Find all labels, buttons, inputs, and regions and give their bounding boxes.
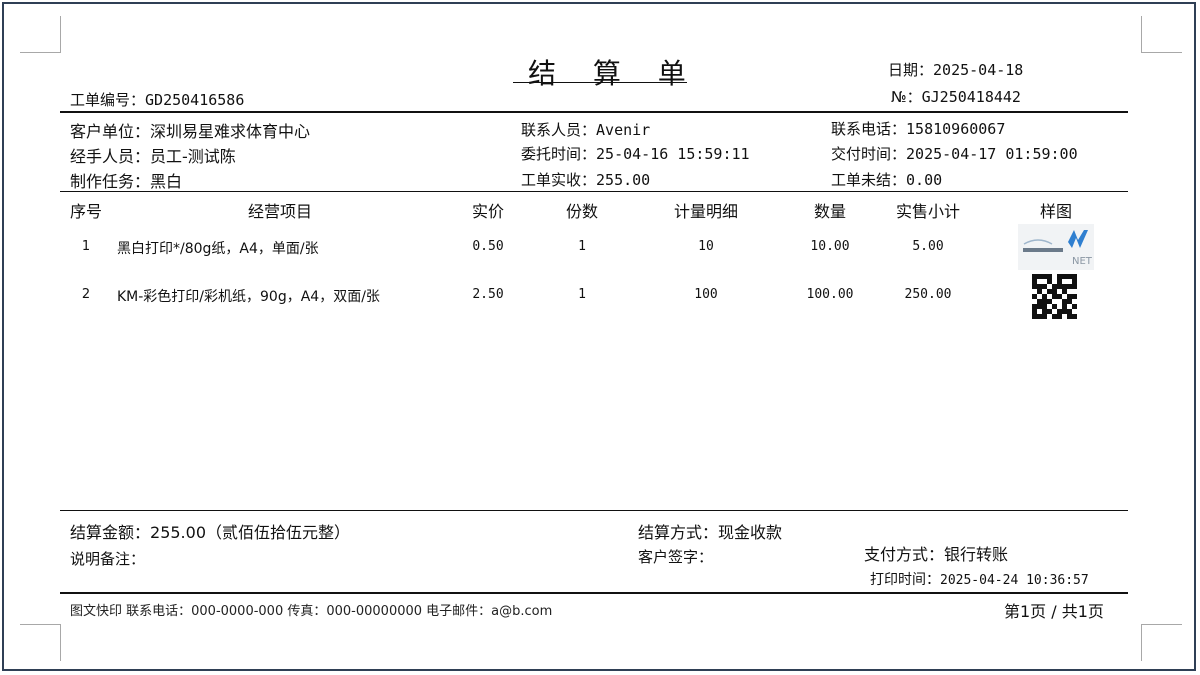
payment-method-value: 银行转账 — [944, 545, 1009, 564]
customer-label: 客户单位： — [70, 122, 151, 141]
row-subtotal: 250.00 — [904, 287, 952, 302]
col-header-subtotal: 实售小计 — [895, 202, 960, 221]
col-header-no: 序号 — [69, 202, 102, 221]
handler-field: 经手人员：员工-测试陈 — [70, 143, 236, 167]
row-item: KM-彩色打印/彩机纸，90g，A4，双面/张 — [117, 289, 380, 305]
col-header-price: 实价 — [471, 202, 504, 221]
contact-field: 联系人员：Avenir — [521, 119, 650, 140]
logo-thumbnail-icon: NET — [1023, 230, 1093, 267]
serial-value: GJ250418442 — [921, 88, 1021, 106]
date-label: 日期： — [888, 61, 934, 79]
row-item: 黑白打印*/80g纸，A4，单面/张 — [117, 241, 319, 257]
row-qty: 10.00 — [810, 239, 850, 254]
task-field: 制作任务：黑白 — [70, 168, 182, 192]
handler-label: 经手人员： — [70, 147, 151, 166]
qr-code-icon[interactable] — [1032, 274, 1077, 319]
delivery-time-field: 交付时间：2025-04-17 01:59:00 — [831, 143, 1078, 164]
title-underline — [513, 82, 687, 83]
table-bottom-divider — [60, 510, 1128, 511]
customer-value: 深圳易星难求体育中心 — [150, 122, 311, 141]
row-subtotal: 5.00 — [912, 239, 944, 254]
row-price: 2.50 — [472, 287, 504, 302]
order-unsettled-value: 0.00 — [906, 171, 943, 189]
row-detail: 10 — [698, 239, 714, 254]
phone-field: 联系电话：15810960067 — [831, 118, 1005, 139]
row-detail: 100 — [694, 287, 718, 302]
serial-label: №： — [891, 88, 922, 106]
document-title: 结 算 单 — [528, 57, 700, 90]
header-divider — [60, 111, 1128, 113]
remark-field: 说明备注： — [70, 548, 145, 569]
row-no: 1 — [81, 239, 91, 254]
settle-amount-value: 255.00（贰佰伍拾伍元整） — [150, 523, 351, 542]
settle-method-field: 结算方式：现金收款 — [638, 519, 782, 543]
print-time-value: 2025-04-24 10:36:57 — [940, 573, 1089, 588]
info-divider — [60, 191, 1128, 192]
order-number-label: 工单编号： — [70, 91, 146, 109]
col-header-qty: 数量 — [813, 202, 846, 221]
settle-amount-label: 结算金额： — [70, 523, 151, 542]
document-date: 日期：2025-04-18 — [888, 59, 1023, 80]
order-unsettled-field: 工单未结：0.00 — [831, 169, 942, 190]
commission-time-field: 委托时间：25-04-16 15:59:11 — [521, 143, 750, 164]
print-time-field: 打印时间：2025-04-24 10:36:57 — [870, 569, 1089, 589]
crop-mark-top-right — [1141, 16, 1182, 53]
order-unsettled-label: 工单未结： — [831, 171, 907, 189]
contact-label: 联系人员： — [521, 121, 597, 139]
col-header-sample: 样图 — [1039, 202, 1072, 221]
task-value: 黑白 — [150, 172, 183, 191]
print-time-label: 打印时间： — [870, 572, 940, 588]
col-header-copies: 份数 — [565, 202, 598, 221]
crop-mark-bottom-left — [20, 624, 61, 661]
row-no: 2 — [81, 287, 91, 302]
commission-time-value: 25-04-16 15:59:11 — [596, 145, 750, 163]
logo-text: NET — [1072, 256, 1093, 267]
customer-signature-field: 客户签字： — [638, 546, 713, 567]
remark-label: 说明备注： — [70, 550, 146, 568]
qr-module — [1072, 314, 1077, 319]
customer-field: 客户单位：深圳易星难求体育中心 — [70, 118, 310, 142]
col-header-detail: 计量明细 — [673, 202, 738, 221]
contact-value: Avenir — [596, 121, 651, 139]
row-copies: 1 — [578, 239, 586, 254]
handler-value: 员工-测试陈 — [150, 147, 236, 166]
task-label: 制作任务： — [70, 172, 151, 191]
payment-method-label: 支付方式： — [864, 545, 945, 564]
serial-number: №：GJ250418442 — [891, 86, 1021, 107]
order-paid-value: 255.00 — [596, 171, 651, 189]
row-price: 0.50 — [472, 239, 504, 254]
payment-method-field: 支付方式：银行转账 — [864, 541, 1008, 565]
order-paid-field: 工单实收：255.00 — [521, 169, 650, 190]
signature-label: 客户签字： — [638, 548, 714, 566]
delivery-time-value: 2025-04-17 01:59:00 — [906, 145, 1078, 163]
date-value: 2025-04-18 — [933, 61, 1024, 79]
delivery-time-label: 交付时间： — [831, 145, 907, 163]
phone-label: 联系电话： — [831, 120, 907, 138]
page-indicator: 第1页 / 共1页 — [1004, 602, 1104, 621]
commission-time-label: 委托时间： — [521, 145, 597, 163]
crop-mark-top-left — [20, 16, 61, 53]
phone-value: 15810960067 — [906, 120, 1006, 138]
col-header-item: 经营项目 — [247, 202, 312, 221]
order-paid-label: 工单实收： — [521, 171, 597, 189]
settle-amount-field: 结算金额：255.00（贰佰伍拾伍元整） — [70, 519, 350, 543]
row-copies: 1 — [578, 287, 586, 302]
settle-method-value: 现金收款 — [718, 523, 783, 542]
crop-mark-bottom-right — [1141, 624, 1182, 661]
sample-image-logo[interactable]: NET — [1018, 224, 1094, 270]
settle-method-label: 结算方式： — [638, 523, 719, 542]
footer-contact-line: 图文快印 联系电话：000-0000-000 传真：000-00000000 电… — [70, 604, 553, 619]
order-number: 工单编号：GD250416586 — [70, 89, 244, 110]
footer-divider — [60, 592, 1128, 594]
row-qty: 100.00 — [806, 287, 854, 302]
order-number-value: GD250416586 — [145, 91, 245, 109]
